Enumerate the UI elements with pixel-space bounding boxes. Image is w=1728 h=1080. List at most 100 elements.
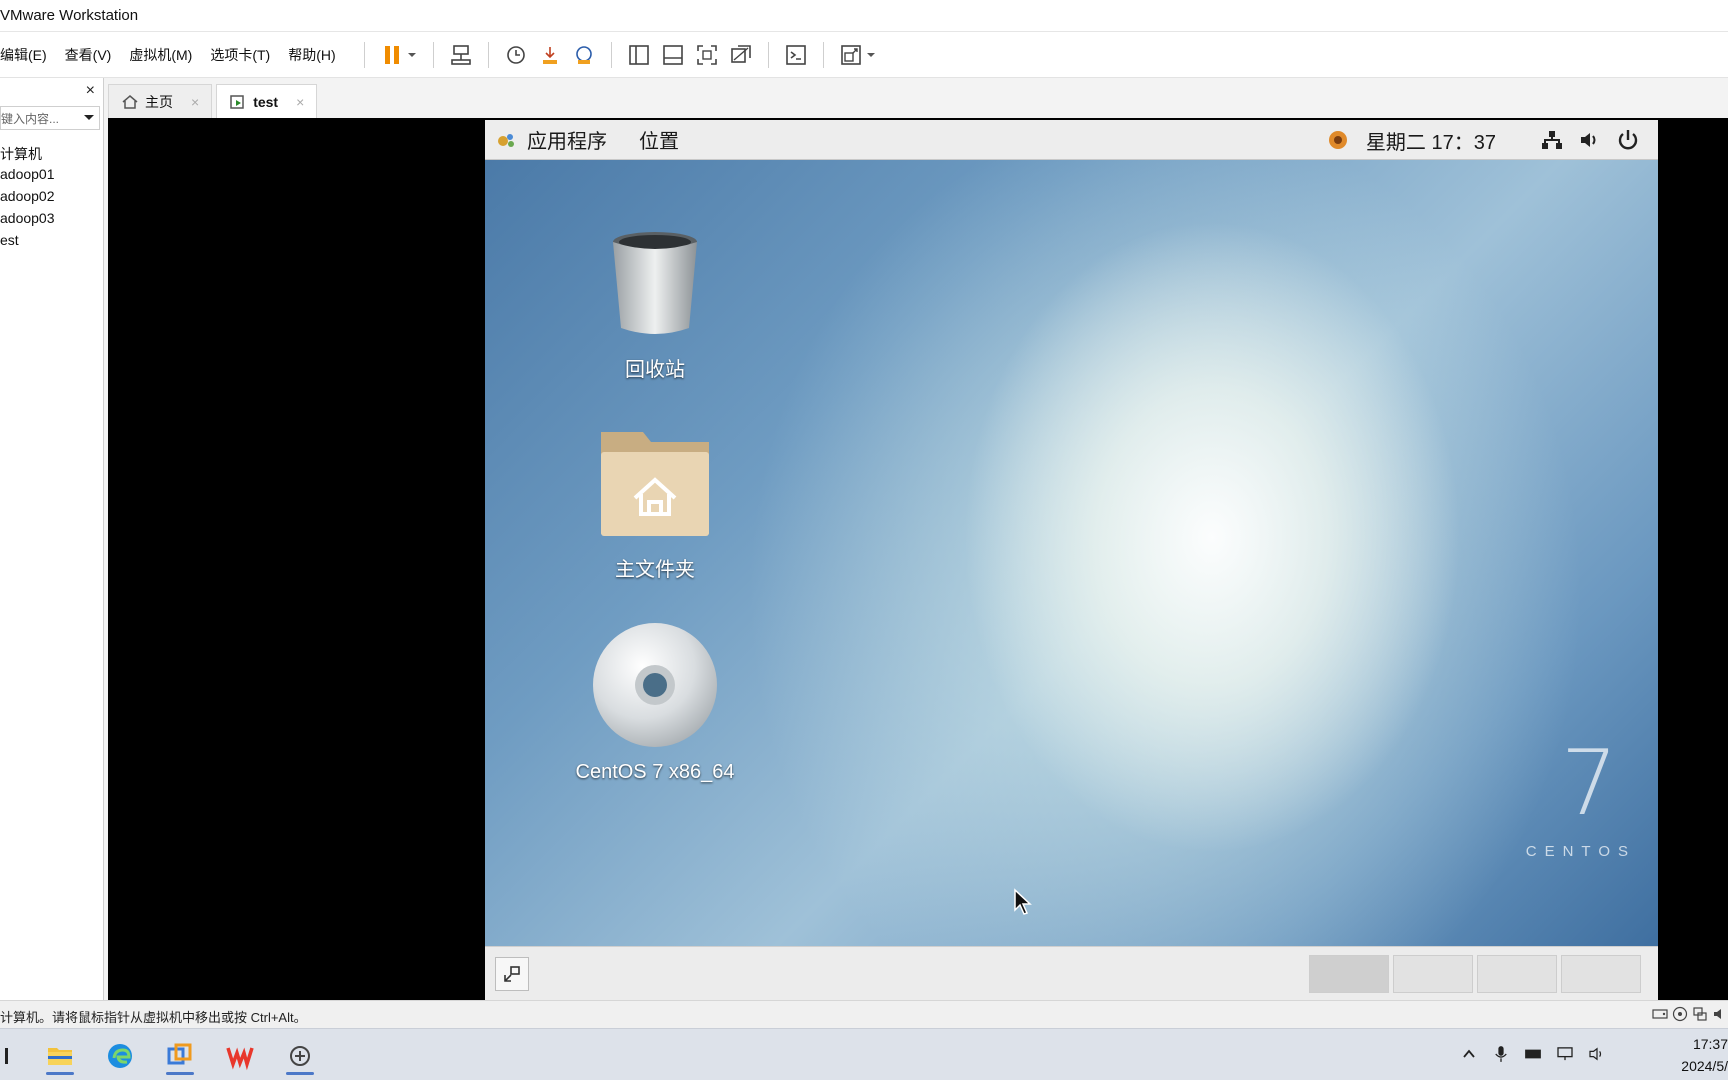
toolbar-separator [822,41,824,68]
library-item-computer[interactable]: 计算机 [0,144,100,166]
guest-desktop[interactable]: 回收站 主文件夹 CentOS 7 x86_64 7 CENTOS [485,160,1658,946]
running-indicator [166,1072,194,1075]
desktop-icon-trash[interactable]: 回收站 [555,228,755,382]
terminal-icon [785,44,806,65]
workspace-3[interactable] [1477,955,1557,993]
show-desktop-button[interactable] [495,957,529,991]
console-view-button[interactable] [782,41,810,69]
taskview-icon [5,1048,8,1064]
restore-window-icon [504,966,520,982]
tab-test-close-button[interactable]: × [296,94,304,110]
tab-home-close-button[interactable]: × [191,94,199,110]
tab-home[interactable]: 主页 × [108,84,213,118]
desktop-icon-home-folder[interactable]: 主文件夹 [555,428,755,582]
library-item-test[interactable]: est [0,232,100,254]
toolbar-separator [363,41,365,68]
sound-card-icon[interactable] [1712,1006,1728,1022]
menu-help[interactable]: 帮助(H) [288,45,335,65]
clock-icon [506,45,525,64]
gnome-foot-icon [498,133,514,147]
show-thumbnail-button[interactable] [659,41,687,69]
library-item-hadoop01[interactable]: adoop01 [0,166,100,188]
taskbar-vmware[interactable] [160,1037,200,1075]
network-icon[interactable] [1540,128,1564,152]
centos-brand-number: 7 [1560,731,1618,836]
taskbar-edge[interactable] [100,1037,140,1075]
desktop-icon-home-folder-label: 主文件夹 [615,559,695,581]
network-adapter-icon[interactable] [1692,1006,1708,1022]
workspace-2[interactable] [1393,955,1473,993]
taskbar-date: 2024/5/ [1681,1058,1728,1074]
taskbar-file-explorer[interactable] [40,1037,80,1075]
stretch-guest-button[interactable] [837,41,865,69]
send-ctrl-alt-del-button[interactable] [447,41,475,69]
mouse-cursor-icon [1014,888,1032,915]
unity-button[interactable] [727,41,755,69]
trash-icon [613,232,697,334]
hard-disk-icon[interactable] [1652,1006,1668,1022]
tab-test[interactable]: test × [216,84,318,118]
window-title-bar: VMware Workstation [0,0,1728,32]
close-library-button[interactable]: × [86,82,95,100]
menu-vm[interactable]: 虚拟机(M) [129,45,192,65]
revert-icon [542,46,557,64]
snapshot-button[interactable] [502,41,530,69]
places-menu[interactable]: 位置 [639,125,679,154]
centos-brand-text: CENTOS [1525,843,1636,860]
applications-menu[interactable]: 应用程序 [495,125,607,154]
gnome-clock[interactable]: 星期二 17：37 [1366,126,1496,155]
full-screen-button[interactable] [693,41,721,69]
notification-icon[interactable] [1326,128,1350,152]
disc-icon [593,623,717,747]
taskbar-search-button[interactable] [0,1037,28,1075]
menu-toolbar: 编辑(E) 查看(V) 虚拟机(M) 选项卡(T) 帮助(H) [0,32,1728,78]
toolbar-separator [432,41,434,68]
desktop-icon-centos-disc-label: CentOS 7 x86_64 [575,761,735,783]
taskbar-app[interactable] [280,1037,320,1075]
status-message: 计算机。请将鼠标指针从虚拟机中移出或按 Ctrl+Alt。 [0,1010,307,1025]
taskbar-wps[interactable] [220,1037,260,1075]
cd-drive-icon[interactable] [1672,1006,1688,1022]
library-item-hadoop03[interactable]: adoop03 [0,210,100,232]
device-status-icons [1648,1006,1728,1022]
toolbar-separator [487,41,489,68]
chevron-up-icon[interactable] [1458,1043,1480,1065]
toolbar-separator [610,41,612,68]
speaker-tray-icon[interactable] [1586,1043,1608,1065]
snapshot-manager-button[interactable] [570,41,598,69]
workspace-4[interactable] [1561,955,1641,993]
tab-test-label: test [253,93,279,110]
top-bar-status: 星期二 17：37 [1312,120,1640,160]
revert-snapshot-button[interactable] [536,41,564,69]
input-method-icon[interactable] [1522,1043,1544,1065]
library-item-hadoop02[interactable]: adoop02 [0,188,100,210]
power-icon[interactable] [1616,128,1640,152]
show-library-button[interactable] [625,41,653,69]
vm-icon [230,94,244,109]
menu-view[interactable]: 查看(V) [65,45,112,65]
gnome-bottom-bar [485,946,1658,1000]
sidebar-layout-icon [628,44,649,65]
microphone-icon[interactable] [1490,1043,1512,1065]
tab-strip: 主页 × test × [108,84,321,118]
window-title: VMware Workstation [0,7,139,24]
network-send-icon [450,44,471,65]
network-tray-icon[interactable] [1554,1043,1576,1065]
fullscreen-icon [696,44,717,65]
workspace-1[interactable] [1309,955,1389,993]
pause-button[interactable] [378,41,406,69]
app-icon [290,1046,310,1066]
folder-icon [48,1048,72,1065]
system-tray [1448,1043,1608,1065]
menu-edit[interactable]: 编辑(E) [0,45,47,65]
desktop-icon-centos-disc[interactable]: CentOS 7 x86_64 [555,622,755,784]
vm-console[interactable]: 应用程序 位置 星期二 17：37 回收站 主文件夹 CentOS 7 x86_… [108,118,1728,1000]
volume-icon[interactable] [1578,128,1602,152]
menu-tabs[interactable]: 选项卡(T) [210,45,270,65]
guest-screen[interactable]: 应用程序 位置 星期二 17：37 回收站 主文件夹 CentOS 7 x86_… [485,120,1658,1000]
library-search-input[interactable]: 键入内容... [0,106,100,130]
chevron-down-icon[interactable] [82,110,96,124]
taskbar-clock[interactable]: 17:37 2024/5/ [1681,1033,1728,1077]
chevron-down-icon[interactable] [866,50,876,60]
chevron-down-icon[interactable] [407,50,417,60]
